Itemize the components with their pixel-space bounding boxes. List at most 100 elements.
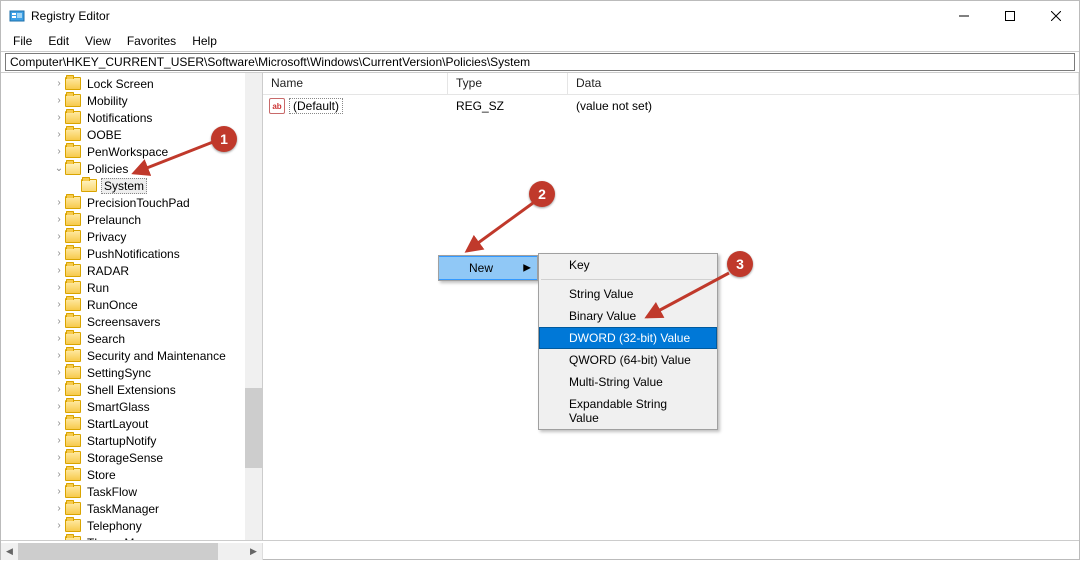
col-name[interactable]: Name: [263, 73, 448, 94]
menu-edit[interactable]: Edit: [42, 32, 75, 50]
col-type[interactable]: Type: [448, 73, 568, 94]
regedit-icon: [9, 8, 25, 24]
string-value-icon: ab: [269, 98, 285, 114]
chevron-right-icon[interactable]: ›: [53, 520, 65, 531]
menu-help[interactable]: Help: [186, 32, 223, 50]
tree-item[interactable]: ›TaskFlow: [1, 483, 262, 500]
ctx-item[interactable]: DWORD (32-bit) Value: [539, 327, 717, 349]
menu-file[interactable]: File: [7, 32, 38, 50]
tree-item[interactable]: ›Notifications: [1, 109, 262, 126]
ctx-item[interactable]: QWORD (64-bit) Value: [539, 349, 717, 371]
folder-icon: [65, 383, 81, 396]
tree-item[interactable]: ›Search: [1, 330, 262, 347]
tree-item[interactable]: System: [1, 177, 262, 194]
tree-item[interactable]: ›PrecisionTouchPad: [1, 194, 262, 211]
annotation-badge-2: 2: [529, 181, 555, 207]
ctx-item[interactable]: Key: [539, 254, 717, 276]
menu-favorites[interactable]: Favorites: [121, 32, 182, 50]
tree-item[interactable]: › Lock Screen: [1, 75, 262, 92]
chevron-right-icon[interactable]: ›: [53, 282, 65, 293]
folder-icon: [65, 417, 81, 430]
ctx-item[interactable]: Multi-String Value: [539, 371, 717, 393]
tree-item-label: Lock Screen: [85, 77, 156, 91]
hscroll-right-button[interactable]: ▶: [245, 543, 262, 560]
tree-item-label: StartupNotify: [85, 434, 158, 448]
tree-vscroll-thumb[interactable]: [245, 388, 262, 468]
chevron-right-icon[interactable]: ›: [53, 333, 65, 344]
tree-item[interactable]: ›SettingSync: [1, 364, 262, 381]
chevron-right-icon[interactable]: ›: [53, 146, 65, 157]
tree-vscroll[interactable]: [245, 73, 262, 540]
tree-hscroll[interactable]: ◀ ▶: [1, 543, 263, 560]
chevron-right-icon[interactable]: ›: [53, 350, 65, 361]
ctx-item[interactable]: Binary Value: [539, 305, 717, 327]
chevron-right-icon[interactable]: ›: [53, 197, 65, 208]
chevron-right-icon[interactable]: ›: [53, 384, 65, 395]
tree-item[interactable]: ›StorageSense: [1, 449, 262, 466]
tree-item[interactable]: ›RunOnce: [1, 296, 262, 313]
tree-item[interactable]: ›Prelaunch: [1, 211, 262, 228]
folder-icon: [65, 298, 81, 311]
chevron-right-icon[interactable]: ›: [53, 78, 65, 89]
tree-item-label: Security and Maintenance: [85, 349, 228, 363]
chevron-right-icon[interactable]: ›: [53, 486, 65, 497]
tree-item[interactable]: ›Privacy: [1, 228, 262, 245]
chevron-right-icon[interactable]: ›: [53, 469, 65, 480]
tree-item[interactable]: › StartupNotify: [1, 432, 262, 449]
chevron-right-icon[interactable]: ›: [53, 316, 65, 327]
chevron-right-icon[interactable]: ›: [53, 299, 65, 310]
folder-icon: [65, 434, 81, 447]
tree-item[interactable]: ›Mobility: [1, 92, 262, 109]
folder-icon: [65, 400, 81, 413]
chevron-right-icon[interactable]: ›: [53, 248, 65, 259]
chevron-right-icon[interactable]: ›: [53, 401, 65, 412]
list-row[interactable]: ab(Default)REG_SZ(value not set): [263, 97, 1079, 115]
folder-icon: [65, 264, 81, 277]
tree-item[interactable]: ›Run: [1, 279, 262, 296]
chevron-right-icon[interactable]: ›: [53, 452, 65, 463]
tree-item[interactable]: ›StartLayout: [1, 415, 262, 432]
chevron-right-icon[interactable]: ›: [53, 95, 65, 106]
tree-item-label: OOBE: [85, 128, 124, 142]
maximize-button[interactable]: [987, 1, 1033, 31]
chevron-right-icon[interactable]: ›: [53, 214, 65, 225]
tree-item[interactable]: ›PushNotifications: [1, 245, 262, 262]
chevron-down-icon[interactable]: ⌄: [53, 163, 65, 174]
chevron-right-icon[interactable]: ›: [53, 435, 65, 446]
hscroll-left-button[interactable]: ◀: [1, 543, 18, 560]
tree-item[interactable]: › Security and Maintenance: [1, 347, 262, 364]
tree-item[interactable]: ›TaskManager: [1, 500, 262, 517]
folder-icon: [65, 247, 81, 260]
title-bar: Registry Editor: [1, 1, 1079, 31]
ctx-item[interactable]: Expandable String Value: [539, 393, 717, 429]
chevron-right-icon[interactable]: ›: [53, 418, 65, 429]
chevron-right-icon[interactable]: ›: [53, 231, 65, 242]
menu-view[interactable]: View: [79, 32, 117, 50]
chevron-right-icon[interactable]: ›: [53, 129, 65, 140]
chevron-right-icon[interactable]: ›: [53, 503, 65, 514]
tree-item[interactable]: ›RADAR: [1, 262, 262, 279]
chevron-right-icon[interactable]: ›: [53, 112, 65, 123]
folder-icon: [65, 111, 81, 124]
chevron-right-icon[interactable]: ›: [53, 265, 65, 276]
tree-item[interactable]: ›Store: [1, 466, 262, 483]
ctx-new[interactable]: New ▶: [439, 256, 537, 280]
tree-item-label: Shell Extensions: [85, 383, 178, 397]
ctx-item[interactable]: String Value: [539, 283, 717, 305]
col-data[interactable]: Data: [568, 73, 1079, 94]
tree-item[interactable]: › Telephony: [1, 517, 262, 534]
tree-item[interactable]: ›Screensavers: [1, 313, 262, 330]
tree-item[interactable]: › Shell Extensions: [1, 381, 262, 398]
tree-item[interactable]: ›SmartGlass: [1, 398, 262, 415]
address-input[interactable]: [5, 53, 1075, 71]
folder-icon: [65, 94, 81, 107]
folder-icon: [65, 213, 81, 226]
tree-item-label: Telephony: [85, 519, 144, 533]
tree-hscroll-thumb[interactable]: [18, 543, 218, 560]
close-button[interactable]: [1033, 1, 1079, 31]
chevron-right-icon[interactable]: ›: [53, 367, 65, 378]
tree-item[interactable]: ⌄Policies: [1, 160, 262, 177]
folder-icon: [65, 468, 81, 481]
minimize-button[interactable]: [941, 1, 987, 31]
tree-item-label: PenWorkspace: [85, 145, 170, 159]
